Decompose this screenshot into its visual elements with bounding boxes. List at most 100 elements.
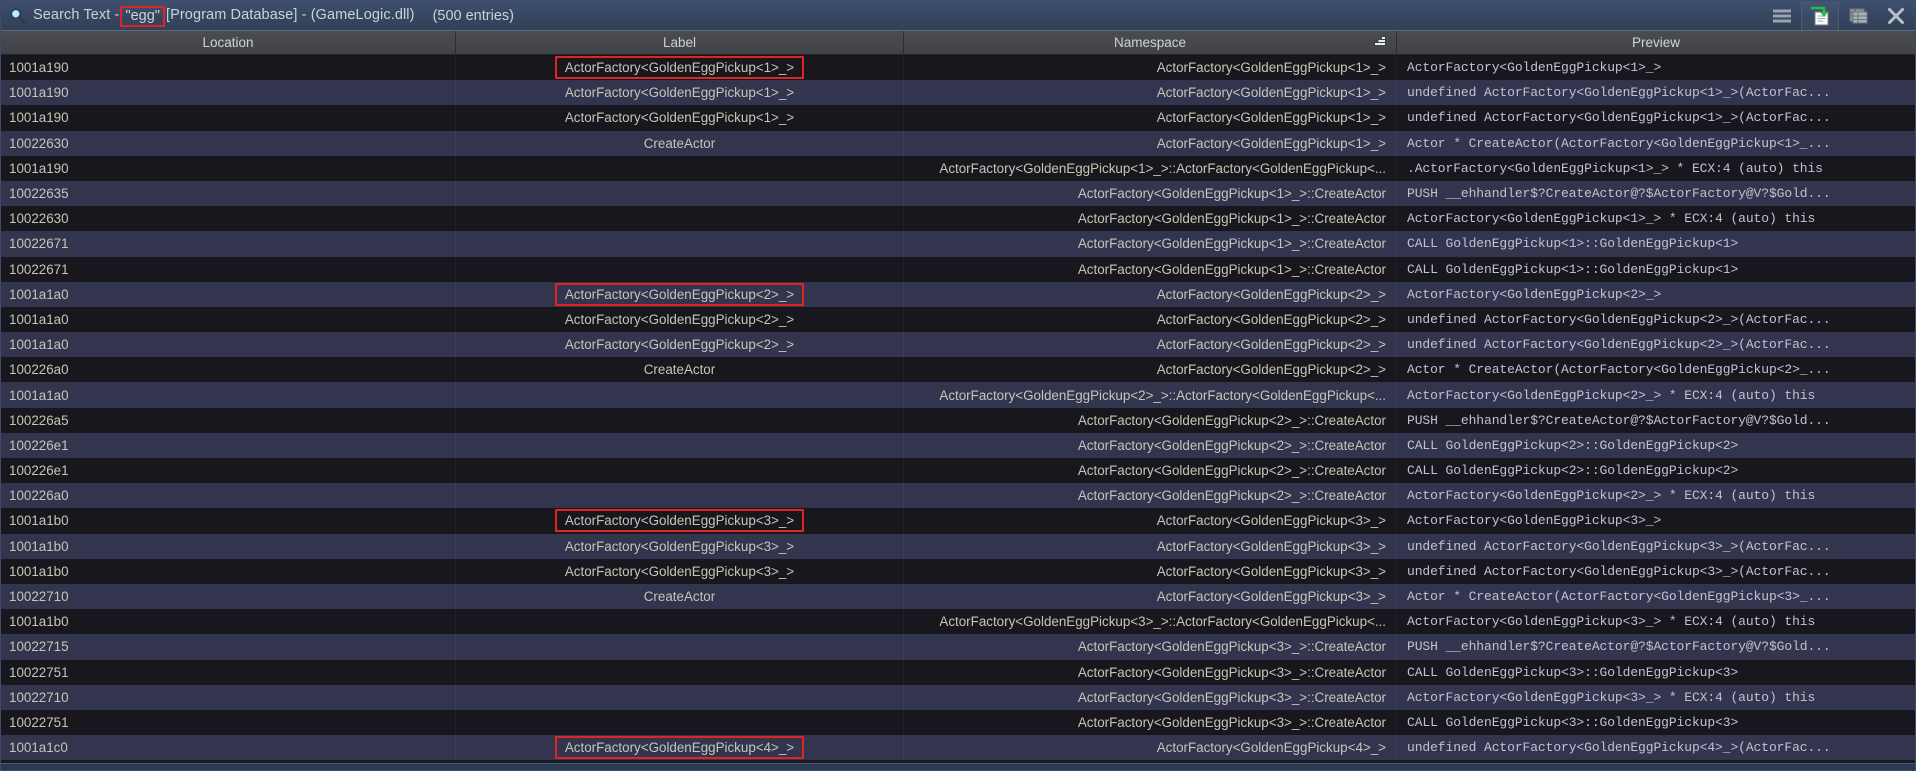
cell-location: 10022710: [1, 684, 456, 710]
table-row[interactable]: 1001a190 ActorFactory<GoldenEggPickup<1>_…: [1, 55, 1915, 81]
table-row[interactable]: 1001a1c0 ActorFactory<GoldenEggPickup<4>_…: [1, 735, 1915, 761]
cell-label: ActorFactory<GoldenEggPickup<1>_>: [456, 55, 904, 81]
cell-location: 1001a1b0: [1, 609, 456, 635]
label-highlight-box: ActorFactory<GoldenEggPickup<3>_>: [554, 509, 805, 533]
cell-namespace: ActorFactory<GoldenEggPickup<3>_>: [904, 508, 1397, 534]
cell-preview: ActorFactory<GoldenEggPickup<2>_> * ECX:…: [1407, 488, 1816, 504]
table-row[interactable]: 10022630 ActorFactory<GoldenEggPickup<1>_…: [1, 206, 1915, 232]
table-row[interactable]: 100226a0 CreateActor ActorFactory<GoldenEg…: [1, 357, 1915, 383]
cell-preview: undefined ActorFactory<GoldenEggPickup<1…: [1407, 85, 1831, 101]
table-row[interactable]: 10022671 ActorFactory<GoldenEggPickup<1>_…: [1, 256, 1915, 282]
table-row[interactable]: 10022630 CreateActor ActorFactory<GoldenEg…: [1, 130, 1915, 156]
cell-location: 1001a190: [1, 155, 456, 181]
table-row[interactable]: 1001a1a0 ActorFactory<GoldenEggPickup<2>_…: [1, 332, 1915, 358]
column-header-location[interactable]: Location: [1, 31, 456, 54]
table-row[interactable]: 10022635 ActorFactory<GoldenEggPickup<1>_…: [1, 180, 1915, 207]
cell-namespace: ActorFactory<GoldenEggPickup<1>_>: [904, 130, 1397, 156]
cell-namespace: ActorFactory<GoldenEggPickup<3>_>: [904, 558, 1397, 584]
cell-location: 10022751: [1, 659, 456, 685]
cell-namespace: ActorFactory<GoldenEggPickup<1>_>::Creat…: [904, 231, 1397, 257]
cell-preview: PUSH __ehhandler$?CreateActor@?$ActorFac…: [1407, 639, 1831, 655]
cell-namespace: ActorFactory<GoldenEggPickup<2>_>::Creat…: [904, 483, 1397, 509]
table-row[interactable]: 1001a190 ActorFactory<GoldenEggPickup<1>_…: [1, 80, 1915, 106]
cell-namespace: ActorFactory<GoldenEggPickup<2>_>::Creat…: [904, 407, 1397, 433]
cell-preview: PUSH __ehhandler$?CreateActor@?$ActorFac…: [1407, 412, 1831, 428]
cell-preview: undefined ActorFactory<GoldenEggPickup<2…: [1407, 311, 1831, 327]
cell-preview: CALL GoldenEggPickup<1>::GoldenEggPickup…: [1407, 261, 1739, 277]
table-row[interactable]: 10022710 CreateActor ActorFactory<GoldenEg…: [1, 583, 1915, 610]
cell-preview: undefined ActorFactory<GoldenEggPickup<1…: [1407, 110, 1831, 126]
table-row[interactable]: 10022671 ActorFactory<GoldenEggPickup<1>_…: [1, 231, 1915, 257]
cell-namespace: ActorFactory<GoldenEggPickup<1>_>: [904, 105, 1397, 131]
cell-namespace: ActorFactory<GoldenEggPickup<4>_>: [904, 735, 1397, 761]
cell-preview: ActorFactory<GoldenEggPickup<3>_> * ECX:…: [1407, 689, 1816, 705]
export-button[interactable]: [1801, 1, 1839, 30]
table-row[interactable]: 1001a1a0 ActorFactory<GoldenEggPickup<2>_…: [1, 306, 1915, 333]
cell-location: 1001a1a0: [1, 281, 456, 307]
cell-namespace: ActorFactory<GoldenEggPickup<1>_>::Actor…: [904, 155, 1397, 181]
close-icon: [1887, 7, 1905, 25]
cell-location: 1001a1a0: [1, 306, 456, 333]
cell-location: 100226a0: [1, 483, 456, 509]
table-row[interactable]: 1001a1b0 ActorFactory<GoldenEggPickup<3>_…: [1, 558, 1915, 584]
table-row[interactable]: 1001a190 ActorFactory<GoldenEggPickup<1>_…: [1, 155, 1915, 181]
table-row[interactable]: 10022710 ActorFactory<GoldenEggPickup<3>_…: [1, 684, 1915, 710]
cell-location: 1001a1a0: [1, 332, 456, 358]
cell-preview: CALL GoldenEggPickup<2>::GoldenEggPickup…: [1407, 463, 1739, 479]
snapshot-button[interactable]: [1839, 1, 1877, 30]
close-button[interactable]: [1877, 1, 1915, 30]
table-row[interactable]: 10022751 ActorFactory<GoldenEggPickup<3>_…: [1, 659, 1915, 685]
label-highlight-box: ActorFactory<GoldenEggPickup<4>_>: [554, 736, 805, 760]
table-row[interactable]: 100226e1 ActorFactory<GoldenEggPickup<2>_…: [1, 458, 1915, 484]
cell-label: [456, 180, 904, 207]
table-row[interactable]: 1001a1b0 ActorFactory<GoldenEggPickup<3>_…: [1, 508, 1915, 534]
cell-namespace: ActorFactory<GoldenEggPickup<3>_>::Creat…: [904, 634, 1397, 660]
cell-label: ActorFactory<GoldenEggPickup<3>_>: [456, 533, 904, 559]
cell-preview: Actor * CreateActor(ActorFactory<GoldenE…: [1407, 589, 1831, 605]
cell-location: 10022630: [1, 206, 456, 232]
cell-label: [456, 407, 904, 433]
cell-preview: ActorFactory<GoldenEggPickup<2>_> * ECX:…: [1407, 387, 1816, 403]
cell-location: 10022715: [1, 634, 456, 660]
cell-label: [456, 432, 904, 458]
cell-namespace: ActorFactory<GoldenEggPickup<2>_>::Actor…: [904, 382, 1397, 408]
cell-label: CreateActor: [456, 583, 904, 610]
cell-label: [456, 709, 904, 736]
window-title-area: Search Text - "egg" [Program Database] -…: [9, 1, 1763, 30]
cell-namespace: ActorFactory<GoldenEggPickup<3>_>: [904, 533, 1397, 559]
table-row[interactable]: 1001a1a0 ActorFactory<GoldenEggPickup<2>_…: [1, 382, 1915, 408]
cell-namespace: ActorFactory<GoldenEggPickup<3>_>::Creat…: [904, 659, 1397, 685]
table-row[interactable]: 10022751 ActorFactory<GoldenEggPickup<3>_…: [1, 709, 1915, 736]
cell-label: [456, 483, 904, 509]
cell-preview: undefined ActorFactory<GoldenEggPickup<4…: [1407, 740, 1831, 756]
results-table[interactable]: 1001a190 ActorFactory<GoldenEggPickup<1>_…: [1, 55, 1915, 763]
cell-preview: .ActorFactory<GoldenEggPickup<1>_> * ECX…: [1407, 160, 1823, 176]
table-row[interactable]: 100226a0 ActorFactory<GoldenEggPickup<2>_…: [1, 483, 1915, 509]
cell-namespace: ActorFactory<GoldenEggPickup<2>_>: [904, 357, 1397, 383]
hamburger-menu-icon: [1772, 8, 1792, 24]
table-row[interactable]: 10022715 ActorFactory<GoldenEggPickup<3>_…: [1, 634, 1915, 660]
menu-button[interactable]: [1763, 1, 1801, 30]
cell-label: ActorFactory<GoldenEggPickup<1>_>: [456, 80, 904, 106]
table-row[interactable]: 100226a5 ActorFactory<GoldenEggPickup<2>_…: [1, 407, 1915, 433]
column-header-namespace[interactable]: Namespace: [904, 31, 1397, 54]
table-row[interactable]: 100226e1 ActorFactory<GoldenEggPickup<2>_…: [1, 432, 1915, 458]
cell-label: ActorFactory<GoldenEggPickup<1>_>: [456, 105, 904, 131]
cell-preview: PUSH __ehhandler$?CreateActor@?$ActorFac…: [1407, 186, 1831, 202]
cell-location: 1001a1b0: [1, 508, 456, 534]
cell-label: [456, 206, 904, 232]
cell-namespace: ActorFactory<GoldenEggPickup<1>_>::Creat…: [904, 180, 1397, 207]
column-header-label[interactable]: Label: [456, 31, 904, 54]
cell-location: 1001a1c0: [1, 735, 456, 761]
window-title-suffix: [Program Database] - (GameLogic.dll): [165, 7, 415, 23]
table-row[interactable]: 1001a1b0 ActorFactory<GoldenEggPickup<3>_…: [1, 533, 1915, 559]
cell-label: ActorFactory<GoldenEggPickup<3>_>: [456, 558, 904, 584]
table-row[interactable]: 1001a190 ActorFactory<GoldenEggPickup<1>_…: [1, 105, 1915, 131]
cell-namespace: ActorFactory<GoldenEggPickup<1>_>: [904, 55, 1397, 81]
cell-location: 100226a0: [1, 357, 456, 383]
table-row[interactable]: 1001a1a0 ActorFactory<GoldenEggPickup<2>_…: [1, 281, 1915, 307]
column-header-preview[interactable]: Preview: [1397, 31, 1915, 54]
cell-preview: Actor * CreateActor(ActorFactory<GoldenE…: [1407, 362, 1831, 378]
search-results-window: Search Text - "egg" [Program Database] -…: [0, 0, 1916, 771]
table-row[interactable]: 1001a1b0 ActorFactory<GoldenEggPickup<3>_…: [1, 609, 1915, 635]
